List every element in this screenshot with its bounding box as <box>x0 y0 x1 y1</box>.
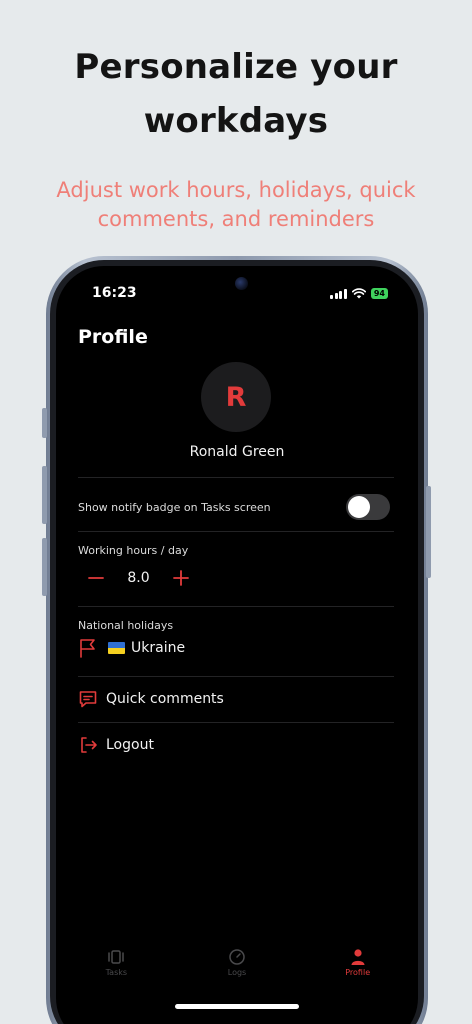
holidays-label: National holidays <box>78 619 174 632</box>
tasks-icon <box>108 950 125 964</box>
status-time: 16:23 <box>92 285 137 301</box>
phone-side-button <box>426 486 431 578</box>
logout-label: Logout <box>106 737 154 753</box>
home-indicator[interactable] <box>175 1004 299 1009</box>
headline-line-1: Personalize your <box>74 47 398 87</box>
phone-side-button <box>42 408 47 438</box>
holidays-country: Ukraine <box>131 640 186 656</box>
headline: Personalize your workdays <box>0 40 472 148</box>
divider <box>78 722 394 723</box>
divider <box>78 606 394 607</box>
tab-logs[interactable]: Logs <box>177 948 298 977</box>
divider <box>78 676 394 677</box>
wifi-icon <box>351 288 366 299</box>
flag-icon <box>80 639 95 658</box>
toggle-knob <box>348 496 370 518</box>
working-hours-label: Working hours / day <box>78 544 189 557</box>
user-name: Ronald Green <box>189 444 285 460</box>
logout-icon <box>81 737 97 753</box>
status-icons: 94 <box>330 288 388 299</box>
logs-icon <box>229 949 245 965</box>
increment-button[interactable] <box>171 568 191 588</box>
tab-profile[interactable]: Profile <box>297 948 418 977</box>
tab-bar: Tasks Logs Profile <box>56 948 418 977</box>
battery-icon: 94 <box>370 288 388 299</box>
divider <box>78 477 394 478</box>
plus-icon <box>173 570 189 586</box>
logout-row[interactable]: Logout <box>78 735 154 755</box>
tab-tasks-label: Tasks <box>105 968 128 977</box>
notify-badge-toggle[interactable] <box>346 494 390 520</box>
minus-icon <box>88 577 104 579</box>
subheadline-line-1: Adjust work hours, holidays, quick <box>56 178 416 202</box>
headline-line-2: workdays <box>143 101 329 141</box>
quick-comments-label: Quick comments <box>106 691 224 707</box>
working-hours-stepper: 8.0 <box>86 568 191 588</box>
phone-side-button <box>42 538 47 596</box>
working-hours-value: 8.0 <box>127 570 150 586</box>
holidays-country-row[interactable]: Ukraine <box>78 638 185 658</box>
phone-side-button <box>42 466 47 524</box>
subheadline-line-2: comments, and reminders <box>97 207 375 231</box>
tab-profile-label: Profile <box>345 968 371 977</box>
ukraine-flag-icon <box>108 642 125 654</box>
decrement-button[interactable] <box>86 568 106 588</box>
divider <box>78 531 394 532</box>
comment-icon <box>79 691 97 708</box>
quick-comments-row[interactable]: Quick comments <box>78 689 224 709</box>
page-title: Profile <box>78 326 148 348</box>
tab-tasks[interactable]: Tasks <box>56 948 177 977</box>
signal-icon <box>330 288 347 299</box>
tab-logs-label: Logs <box>227 968 247 977</box>
person-icon <box>351 949 365 965</box>
avatar[interactable]: R <box>201 362 271 432</box>
notify-badge-label: Show notify badge on Tasks screen <box>78 501 271 514</box>
front-camera <box>235 277 248 290</box>
phone-screen: 16:23 94 Profile R Ronald Green Show not… <box>56 266 418 1024</box>
subheadline: Adjust work hours, holidays, quick comme… <box>0 176 472 234</box>
